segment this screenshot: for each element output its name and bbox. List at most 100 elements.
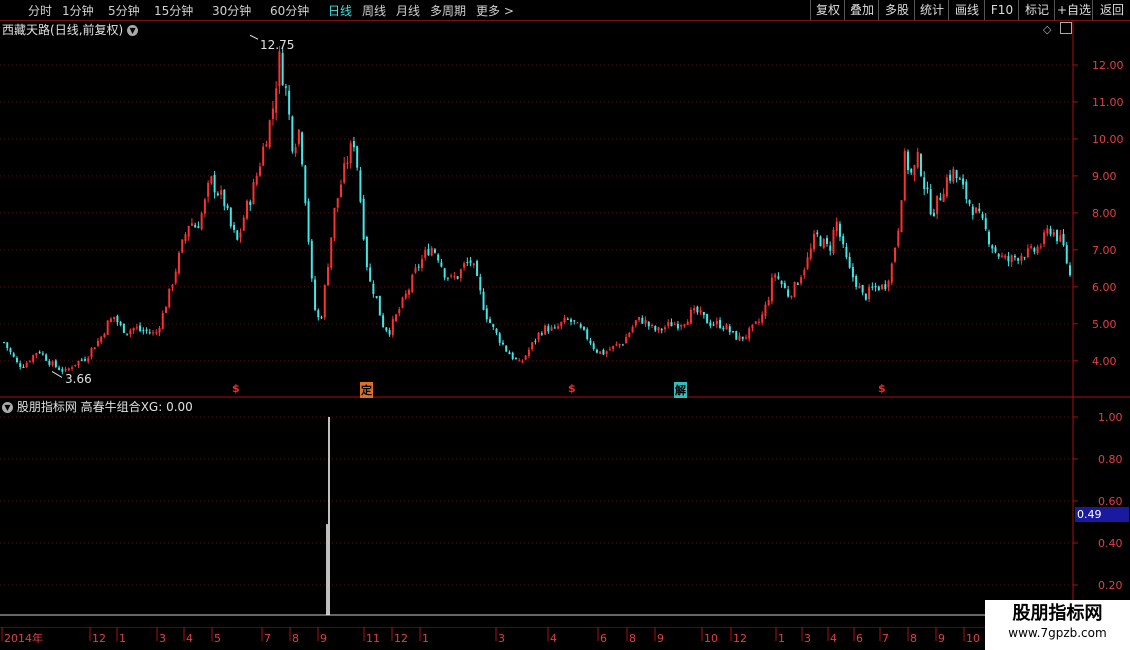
candle-body	[868, 286, 871, 300]
toolbar-button-2[interactable]: 多股	[878, 0, 915, 20]
candle-body	[916, 151, 919, 168]
date-label: 3	[159, 632, 166, 645]
candle-body	[265, 144, 268, 147]
candle-body	[913, 165, 916, 176]
candle-body	[1039, 246, 1042, 248]
price-tick-label: 4.00	[1092, 355, 1117, 368]
candle-body	[997, 253, 1000, 257]
candle-body	[187, 225, 190, 237]
candle-body	[560, 321, 563, 327]
candle-body	[22, 367, 25, 369]
candle-body	[518, 360, 521, 362]
toolbar-button-4[interactable]: 画线	[948, 0, 985, 20]
candle-body	[249, 201, 252, 205]
period-tab-1[interactable]: 1分钟	[62, 2, 94, 19]
event-marker-2[interactable]: $	[568, 382, 576, 395]
period-tab-4[interactable]: 30分钟	[212, 2, 251, 19]
indicator-current-value: 0.49	[1075, 507, 1129, 522]
indicator-chart[interactable]: 1.000.800.600.400.20	[0, 397, 1130, 627]
period-tab-7[interactable]: 周线	[362, 2, 386, 19]
date-label: 11	[366, 632, 380, 645]
candle-body	[408, 289, 411, 295]
candle-body	[511, 352, 514, 359]
candle-body	[161, 313, 164, 329]
candle-body	[919, 154, 922, 176]
candle-body	[835, 221, 838, 232]
candle-body	[152, 332, 155, 334]
candle-body	[310, 240, 313, 279]
date-label: 10	[966, 632, 980, 645]
candle-body	[252, 182, 255, 205]
toolbar-button-3[interactable]: 统计	[914, 0, 949, 20]
candle-body	[962, 178, 965, 185]
candle-body	[702, 311, 705, 316]
toolbar-button-8[interactable]: 返回	[1092, 0, 1130, 20]
candle-body	[563, 318, 566, 323]
event-marker-1[interactable]: 定	[360, 382, 373, 398]
toolbar-button-0[interactable]: 复权	[810, 0, 845, 20]
toolbar-button-6[interactable]: 标记	[1018, 0, 1055, 20]
candle-body	[903, 150, 906, 201]
candle-body	[158, 327, 161, 333]
candle-body	[339, 184, 342, 197]
candle-body	[223, 189, 226, 207]
candle-body	[693, 308, 696, 311]
candle-body	[521, 360, 524, 362]
candle-body	[142, 330, 145, 332]
candle-body	[391, 319, 394, 336]
candle-body	[605, 351, 608, 354]
period-tab-0[interactable]: 分时	[28, 2, 52, 19]
period-tab-8[interactable]: 月线	[396, 2, 420, 19]
period-tab-5[interactable]: 60分钟	[270, 2, 309, 19]
toolbar-button-5[interactable]: F10	[984, 0, 1019, 20]
price-tick-label: 5.00	[1092, 318, 1117, 331]
candle-body	[67, 368, 70, 371]
period-tab-9[interactable]: 多周期	[430, 2, 466, 19]
candle-body	[255, 175, 258, 185]
period-tab-3[interactable]: 15分钟	[154, 2, 193, 19]
date-label: 8	[292, 632, 299, 645]
price-tick-label: 7.00	[1092, 244, 1117, 257]
period-tab-10[interactable]: 更多 >	[476, 2, 514, 19]
candle-body	[382, 315, 385, 328]
candlestick-chart[interactable]: 12.00 11.00 10.00 9.00 8.00 7.00 6.00 5.00 4.00	[0, 20, 1130, 398]
high-pointer	[249, 34, 259, 40]
candle-body	[87, 358, 90, 362]
candle-body	[106, 320, 109, 335]
event-marker-3[interactable]: 解	[674, 382, 687, 398]
high-price-label: 12.75	[260, 38, 295, 52]
candle-body	[550, 327, 553, 331]
candle-body	[271, 108, 274, 119]
date-label: 6	[600, 632, 607, 645]
candle-body	[531, 342, 534, 350]
toolbar-button-7[interactable]: +自选	[1054, 0, 1093, 20]
candle-body	[495, 328, 498, 333]
indicator-tick-label: 0.80	[1098, 453, 1123, 466]
candle-body	[472, 263, 475, 266]
candle-body	[783, 283, 786, 289]
candle-body	[25, 362, 28, 368]
candle-body	[84, 359, 87, 361]
candle-body	[3, 342, 5, 344]
candle-body	[1004, 255, 1007, 258]
date-label: 12	[92, 632, 106, 645]
candle-body	[71, 367, 74, 369]
candle-body	[712, 324, 715, 326]
period-tab-2[interactable]: 5分钟	[108, 2, 140, 19]
candle-body	[294, 147, 297, 154]
candle-body	[126, 333, 129, 335]
watermark-url: www.7gpzb.com	[1008, 626, 1107, 640]
event-marker-0[interactable]: $	[232, 382, 240, 395]
toolbar-button-1[interactable]: 叠加	[844, 0, 879, 20]
candle-body	[803, 270, 806, 276]
candle-body	[96, 340, 99, 347]
period-tab-6[interactable]: 日线	[328, 2, 352, 19]
candle-body	[657, 327, 660, 331]
candle-body	[1020, 255, 1023, 261]
candle-body	[427, 248, 430, 256]
candle-body	[728, 326, 731, 333]
event-marker-4[interactable]: $	[878, 382, 886, 395]
candle-body	[936, 195, 939, 215]
candle-body	[741, 336, 744, 339]
candle-body	[968, 200, 971, 204]
